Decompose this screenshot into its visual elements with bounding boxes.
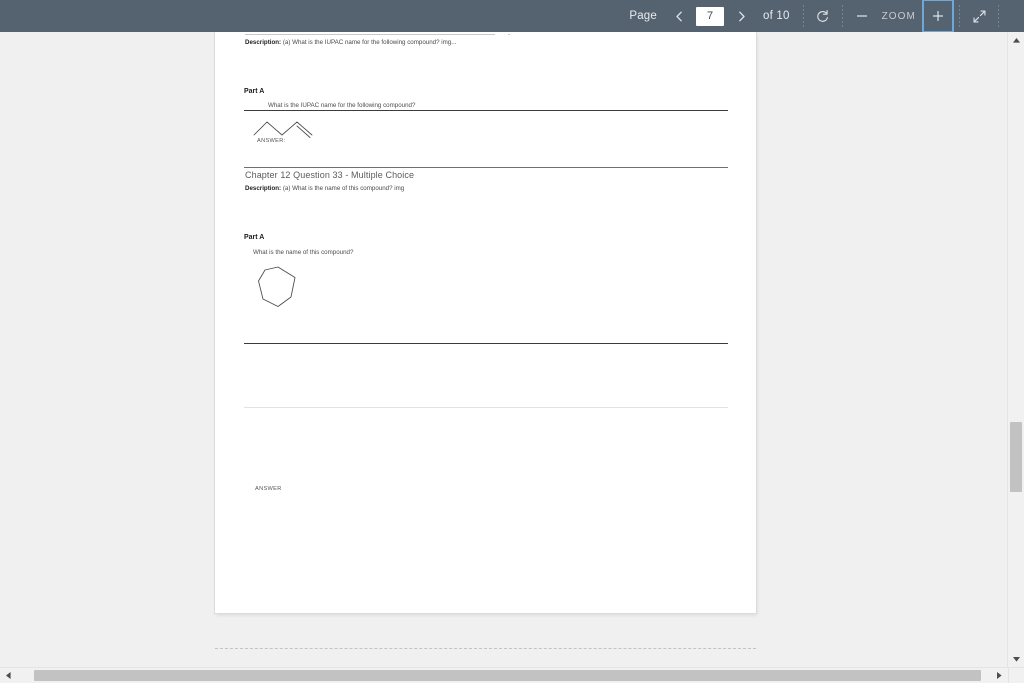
chapter-top-rule <box>244 167 728 168</box>
description-body-2: (a) What is the name of this compound? i… <box>281 185 405 192</box>
viewer-toolbar: Page of 10 <box>0 0 1024 32</box>
section-rule-faint <box>244 407 728 408</box>
clipped-rule-top-left <box>245 34 495 35</box>
section-rule-dark <box>244 343 728 344</box>
scrollbar-corner <box>1008 667 1024 683</box>
answer-label-1: ANSWER: <box>257 138 286 144</box>
question-rule-1 <box>244 110 728 111</box>
zoom-out-button[interactable] <box>848 0 876 32</box>
minus-icon <box>856 15 867 17</box>
description-label-1: Description: <box>245 39 282 46</box>
question-text-2: What is the name of this compound? <box>253 249 354 256</box>
chevron-right-icon <box>738 11 745 21</box>
fit-to-screen-button[interactable] <box>965 0 993 32</box>
scroll-down-button[interactable] <box>1008 651 1024 667</box>
part-a-heading-2: Part A <box>244 234 265 241</box>
scroll-left-button[interactable] <box>0 668 16 683</box>
fit-to-screen-icon <box>973 10 986 23</box>
scroll-right-button[interactable] <box>991 668 1007 683</box>
zoom-focus-divider-right <box>953 0 954 32</box>
fit-group <box>965 0 993 32</box>
description-body-1: (a) What is the IUPAC name for the follo… <box>281 39 457 46</box>
total-pages-label: of 10 <box>763 10 790 22</box>
toolbar-separator-3 <box>959 5 960 27</box>
page-separator <box>215 648 756 650</box>
rotate-button[interactable] <box>809 0 837 32</box>
question-text-1: What is the IUPAC name for the following… <box>268 102 416 109</box>
document-viewer-app: Page of 10 <box>0 0 1024 683</box>
description-line-1: Description: (a) What is the IUPAC name … <box>245 39 456 46</box>
caret-left-icon <box>5 672 11 679</box>
document-viewport[interactable]: Description: (a) What is the IUPAC name … <box>0 32 1008 667</box>
horizontal-scroll-thumb[interactable] <box>34 670 981 681</box>
rotate-icon <box>817 9 829 22</box>
zoom-in-button[interactable] <box>923 0 953 32</box>
answer-label-2: ANSWER <box>255 486 282 492</box>
cycloheptane-ring <box>255 264 301 310</box>
plus-icon <box>932 10 944 22</box>
zoom-label: ZOOM <box>881 10 916 22</box>
cycloheptane-structure-svg <box>258 266 296 307</box>
next-page-button[interactable] <box>727 0 755 32</box>
vertical-scrollbar[interactable] <box>1007 32 1024 667</box>
caret-up-icon <box>1012 37 1020 43</box>
page-number-input[interactable] <box>696 6 725 26</box>
description-line-2: Description: (a) What is the name of thi… <box>245 185 404 192</box>
rotate-group <box>809 0 837 32</box>
document-page: Description: (a) What is the IUPAC name … <box>215 32 756 613</box>
vertical-scroll-thumb[interactable] <box>1010 422 1022 492</box>
caret-down-icon <box>1012 656 1020 662</box>
toolbar-separator-2 <box>841 5 843 27</box>
scroll-up-button[interactable] <box>1008 32 1024 48</box>
previous-page-button[interactable] <box>665 0 693 32</box>
page-content: Description: (a) What is the IUPAC name … <box>215 32 756 613</box>
clipped-rule-top-right <box>508 34 510 35</box>
page-label: Page <box>629 10 658 22</box>
part-a-heading-1: Part A <box>244 88 265 95</box>
toolbar-separator-1 <box>802 5 804 27</box>
caret-right-icon <box>996 672 1002 679</box>
page-navigation-group: Page of 10 <box>621 0 797 32</box>
zoom-group: ZOOM <box>848 0 954 32</box>
description-label-2: Description: <box>245 185 282 192</box>
chapter-heading: Chapter 12 Question 33 - Multiple Choice <box>245 170 415 180</box>
toolbar-separator-4 <box>998 5 999 27</box>
chevron-left-icon <box>675 11 682 21</box>
horizontal-scrollbar[interactable] <box>0 667 1024 683</box>
